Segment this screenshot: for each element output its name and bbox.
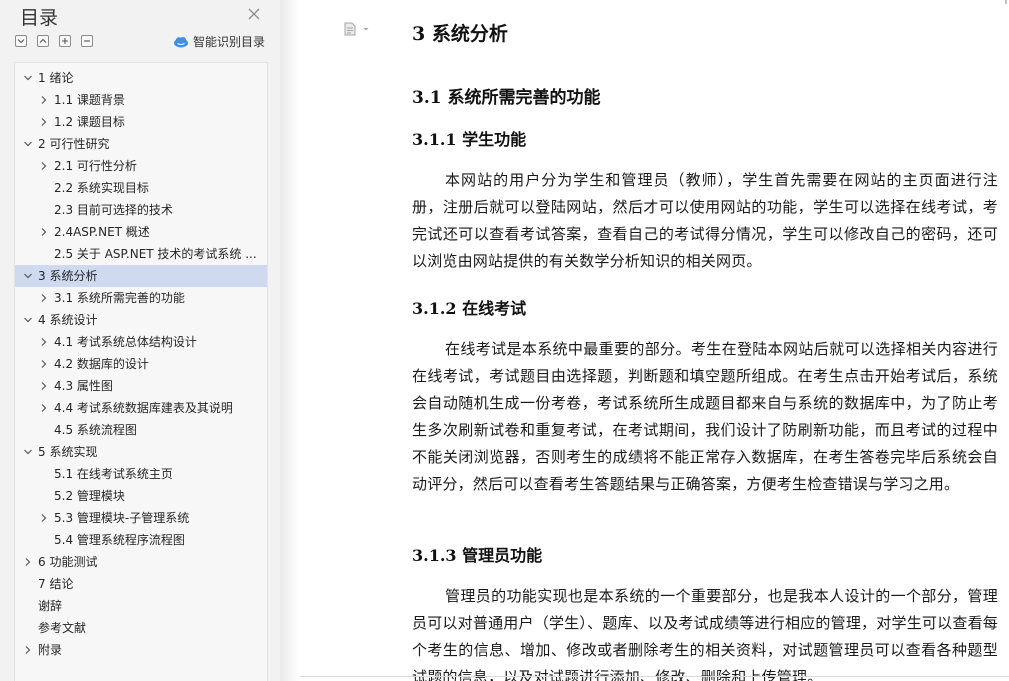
toc-item[interactable]: 1.2 课题目标 <box>15 111 267 133</box>
toc-item-label: 1 绪论 <box>38 71 74 85</box>
heading-3-admin: 3.1.3 管理员功能 <box>412 546 543 565</box>
panel-divider[interactable] <box>280 0 300 681</box>
collapse-all-icon[interactable] <box>37 35 49 47</box>
toc-toolbar <box>15 35 103 49</box>
chevron-down-icon[interactable] <box>23 447 33 457</box>
toc-item-label: 2.2 系统实现目标 <box>54 181 149 195</box>
toc-item-label: 4.5 系统流程图 <box>54 423 137 437</box>
vertical-scrollbar[interactable] <box>1003 0 1009 681</box>
caret-down-icon <box>363 28 369 31</box>
chevron-right-icon[interactable] <box>23 645 33 655</box>
toc-item[interactable]: 附录 <box>15 639 267 661</box>
doc-outline-button[interactable] <box>344 22 370 36</box>
chevron-down-icon[interactable] <box>23 315 33 325</box>
toc-item[interactable]: 参考文献 <box>15 617 267 639</box>
chevron-right-icon[interactable] <box>39 293 49 303</box>
toc-item-label: 2.4ASP.NET 概述 <box>54 225 150 239</box>
heading-3-student: 3.1.1 学生功能 <box>412 130 527 149</box>
close-icon[interactable] <box>246 6 262 22</box>
smart-cloud-icon <box>174 36 188 47</box>
toc-item[interactable]: 1 绪论 <box>15 67 267 89</box>
toc-item[interactable]: 5.3 管理模块-子管理系统 <box>15 507 267 529</box>
heading-1: 3 系统分析 <box>412 23 508 45</box>
toc-item[interactable]: 4.1 考试系统总体结构设计 <box>15 331 267 353</box>
toc-item-label: 谢辞 <box>38 599 63 613</box>
smart-toc-label: 智能识别目录 <box>193 35 266 49</box>
page-bottom-edge <box>300 676 1009 677</box>
toc-item-label: 2 可行性研究 <box>38 137 110 151</box>
chevron-right-icon[interactable] <box>39 95 49 105</box>
toc-item-label: 2.5 关于 ASP.NET 技术的考试系统 ... <box>54 247 257 261</box>
chevron-right-icon[interactable] <box>23 557 33 567</box>
chevron-right-icon[interactable] <box>39 337 49 347</box>
toc-item-label: 1.2 课题目标 <box>54 115 125 129</box>
chevron-down-icon[interactable] <box>23 139 33 149</box>
toc-item[interactable]: 2.2 系统实现目标 <box>15 177 267 199</box>
toc-item[interactable]: 2.3 目前可选择的技术 <box>15 199 267 221</box>
toc-item-label: 5.1 在线考试系统主页 <box>54 467 173 481</box>
toc-item[interactable]: 4 系统设计 <box>15 309 267 331</box>
toc-item[interactable]: 3.1 系统所需完善的功能 <box>15 287 267 309</box>
toc-item[interactable]: 4.2 数据库的设计 <box>15 353 267 375</box>
toc-item[interactable]: 谢辞 <box>15 595 267 617</box>
toc-item[interactable]: 2 可行性研究 <box>15 133 267 155</box>
toc-item-label: 5.2 管理模块 <box>54 489 125 503</box>
toc-item[interactable]: 5 系统实现 <box>15 441 267 463</box>
toc-item[interactable]: 1.1 课题背景 <box>15 89 267 111</box>
toc-item[interactable]: 6 功能测试 <box>15 551 267 573</box>
document-icon <box>344 22 356 36</box>
toc-item[interactable]: 3 系统分析 <box>15 265 267 287</box>
toc-item-label: 1.1 课题背景 <box>54 93 125 107</box>
heading-3-exam: 3.1.2 在线考试 <box>412 299 527 318</box>
toc-item[interactable]: 4.4 考试系统数据库建表及其说明 <box>15 397 267 419</box>
toc-panel-title: 目录 <box>20 7 59 29</box>
chevron-down-icon[interactable] <box>23 271 33 281</box>
toc-item[interactable]: 5.4 管理系统程序流程图 <box>15 529 267 551</box>
toc-item[interactable]: 2.1 可行性分析 <box>15 155 267 177</box>
toc-item[interactable]: 5.2 管理模块 <box>15 485 267 507</box>
toc-item-label: 附录 <box>38 643 63 657</box>
chevron-right-icon[interactable] <box>39 359 49 369</box>
toc-item-label: 4.2 数据库的设计 <box>54 357 149 371</box>
toc-item-label: 3 系统分析 <box>38 269 98 283</box>
heading-2: 3.1 系统所需完善的功能 <box>412 88 601 108</box>
toc-item[interactable]: 4.3 属性图 <box>15 375 267 397</box>
toc-item[interactable]: 2.4ASP.NET 概述 <box>15 221 267 243</box>
toc-item-label: 3.1 系统所需完善的功能 <box>54 291 185 305</box>
toc-item-label: 5.3 管理模块-子管理系统 <box>54 511 190 525</box>
toc-item-label: 2.1 可行性分析 <box>54 159 137 173</box>
document-page[interactable]: 3 系统分析 3.1 系统所需完善的功能 3.1.1 学生功能 本网站的用户分为… <box>300 0 1009 681</box>
toc-item[interactable]: 4.5 系统流程图 <box>15 419 267 441</box>
remove-heading-icon[interactable] <box>81 35 93 47</box>
toc-item[interactable]: 5.1 在线考试系统主页 <box>15 463 267 485</box>
chevron-right-icon[interactable] <box>39 403 49 413</box>
toc-item-label: 4.3 属性图 <box>54 379 113 393</box>
toc-item-label: 5.4 管理系统程序流程图 <box>54 533 185 547</box>
toc-item-label: 6 功能测试 <box>38 555 98 569</box>
paragraph-admin: 管理员的功能实现也是本系统的一个重要部分，也是我本人设计的一个部分，管理员可以对… <box>412 587 998 681</box>
toc-panel: 目录 智能识别目录 1 绪论 1.1 课题背景 1.2 课题目标 2 可行性研究… <box>0 0 280 681</box>
add-heading-icon[interactable] <box>59 35 71 47</box>
toc-item-label: 2.3 目前可选择的技术 <box>54 203 173 217</box>
paragraph-student: 本网站的用户分为学生和管理员（教师），学生首先需要在网站的主页面进行注册，注册后… <box>412 171 998 270</box>
toc-item[interactable]: 7 结论 <box>15 573 267 595</box>
toc-item-label: 7 结论 <box>38 577 74 591</box>
chevron-down-icon[interactable] <box>23 73 33 83</box>
toc-item-label: 4 系统设计 <box>38 313 98 327</box>
chevron-right-icon[interactable] <box>39 161 49 171</box>
word-processor-window: 目录 智能识别目录 1 绪论 1.1 课题背景 1.2 课题目标 2 可行性研究… <box>0 0 1009 681</box>
toc-tree: 1 绪论 1.1 课题背景 1.2 课题目标 2 可行性研究 2.1 可行性分析 2.2 … <box>14 62 268 681</box>
expand-all-icon[interactable] <box>15 35 27 47</box>
chevron-right-icon[interactable] <box>39 381 49 391</box>
chevron-right-icon[interactable] <box>39 513 49 523</box>
chevron-right-icon[interactable] <box>39 227 49 237</box>
smart-toc-button[interactable]: 智能识别目录 <box>173 33 265 50</box>
toc-item[interactable]: 2.5 关于 ASP.NET 技术的考试系统 ... <box>15 243 267 265</box>
toc-item-label: 4.1 考试系统总体结构设计 <box>54 335 197 349</box>
toc-item-label: 参考文献 <box>38 621 87 635</box>
paragraph-exam: 在线考试是本系统中最重要的部分。考生在登陆本网站后就可以选择相关内容进行在线考试… <box>412 340 998 493</box>
toc-item-label: 4.4 考试系统数据库建表及其说明 <box>54 401 233 415</box>
toc-item-label: 5 系统实现 <box>38 445 98 459</box>
chevron-right-icon[interactable] <box>39 117 49 127</box>
